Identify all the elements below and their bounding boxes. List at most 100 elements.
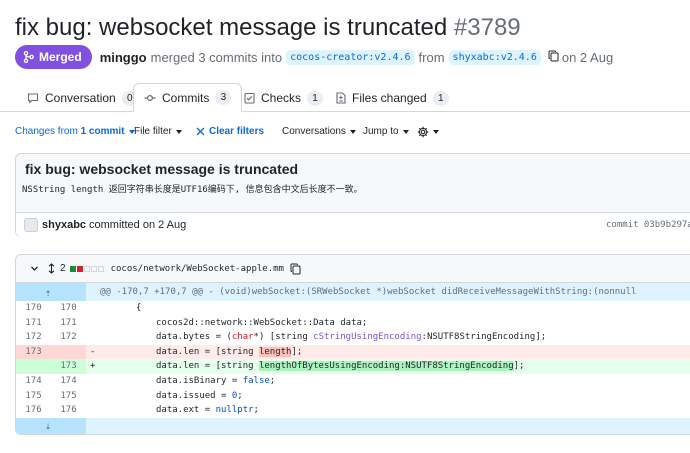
old-line-number[interactable]: 173: [16, 344, 51, 360]
file-path[interactable]: cocos/network/WebSocket-apple.mm: [111, 264, 284, 274]
file-diff: 2 cocos/network/WebSocket-apple.mm ⇡ @@ …: [15, 254, 690, 435]
copy-icon[interactable]: [290, 263, 301, 275]
code-token-literal: 0: [231, 390, 238, 401]
new-line-number[interactable]: 175: [51, 389, 86, 404]
diff-row: 174 174 data.isBinary = false;: [16, 374, 690, 389]
new-line-number[interactable]: 176: [51, 403, 86, 418]
code-line: data.issued = 0;: [156, 390, 243, 401]
diffstat-addition: [69, 265, 76, 272]
tab-files-changed-count: 1: [432, 90, 449, 106]
code-token-literal: false: [242, 375, 270, 386]
pr-state-row: Merged minggo merged 3 commits into coco…: [15, 45, 613, 69]
new-line-number[interactable]: 172: [51, 330, 86, 345]
diff-row: 170 170 {: [16, 301, 690, 316]
code-line: {: [100, 301, 141, 316]
chevron-down-icon: [433, 130, 439, 134]
copy-icon[interactable]: [548, 50, 559, 65]
addition-sign: +: [90, 361, 96, 372]
settings-dropdown[interactable]: [417, 126, 439, 138]
expand-down-icon[interactable]: ⇣: [45, 420, 51, 434]
code-line: cocos2d::network::WebSocket::Data data;: [100, 316, 367, 331]
new-line-number[interactable]: 171: [51, 316, 86, 331]
commit-icon: [144, 94, 156, 101]
merge-date: on 2 Aug: [561, 49, 614, 65]
diffstat-neutral: [83, 265, 90, 272]
pr-title-text: fix bug: websocket message is truncated: [15, 14, 448, 41]
tab-commits[interactable]: Commits 3: [133, 83, 243, 112]
comment-icon: [27, 93, 39, 104]
code-text: cocos2d::network::WebSocket::Data data;: [156, 317, 368, 328]
from-text: from: [418, 49, 445, 65]
diff-table: ⇡ @@ -170,7 +170,7 @@ - (void)webSocket:…: [16, 283, 690, 434]
code-line: data.isBinary = false;: [156, 375, 276, 386]
tab-checks[interactable]: Checks 1: [244, 84, 324, 112]
old-line-number[interactable]: 172: [16, 330, 51, 345]
new-line-number[interactable]: 173: [51, 359, 86, 374]
old-line-number[interactable]: 171: [16, 316, 51, 331]
old-line-number[interactable]: 175: [16, 389, 51, 404]
changes-from-value: 1 commit: [80, 126, 125, 137]
merge-text: merged 3 commits into: [150, 49, 283, 65]
commit-box: fix bug: websocket message is truncated …: [15, 153, 690, 237]
file-filter-label: File filter: [134, 126, 172, 137]
diff-row-deletion: 173 - data.len = [string length];: [16, 344, 690, 360]
diff-row-addition: 173 + data.len = [string lengthOfBytesUs…: [16, 359, 690, 374]
old-line-number[interactable]: 170: [16, 301, 51, 316]
old-line-number[interactable]: [16, 359, 51, 374]
pr-number: #3789: [453, 14, 521, 41]
chevron-down-icon: [402, 129, 409, 134]
head-branch[interactable]: shyxabc:v2.4.6: [448, 49, 541, 65]
tab-commits-count: 3: [215, 90, 232, 105]
expand-down-gutter[interactable]: ⇣: [16, 417, 86, 434]
hunk-header-text: @@ -170,7 +170,7 @@ - (void)webSocket:(S…: [100, 287, 637, 297]
clear-filters-button[interactable]: Clear filters: [196, 126, 264, 137]
avatar[interactable]: [24, 218, 38, 232]
file-diff-icon: [336, 92, 346, 104]
new-line-number[interactable]: 170: [51, 301, 86, 316]
old-line-number[interactable]: 176: [16, 403, 51, 418]
commit-author[interactable]: shyxabc: [42, 219, 86, 231]
close-icon: [196, 127, 205, 136]
tab-checks-label: Checks: [261, 91, 302, 105]
deletion-sign: -: [90, 346, 96, 357]
tab-conversation-label: Conversation: [45, 91, 116, 105]
file-filter-dropdown[interactable]: File filter: [134, 126, 182, 137]
base-branch[interactable]: cocos-creator:v2.4.6: [286, 49, 415, 65]
checklist-icon: [244, 92, 255, 104]
code-text: {: [136, 303, 142, 313]
commit-title[interactable]: fix bug: websocket message is truncated: [25, 161, 298, 177]
code-line: data.ext = nullptr;: [156, 405, 259, 416]
gear-icon: [417, 126, 429, 138]
diff-row: 172 172 data.bytes = (char*) [string cSt…: [16, 330, 690, 345]
pr-author[interactable]: minggo: [100, 50, 147, 65]
old-line-number[interactable]: 174: [16, 374, 51, 389]
changes-from-dropdown[interactable]: Changes from 1 commit: [15, 126, 135, 137]
diffstat-neutral: [90, 265, 97, 272]
expand-up-gutter[interactable]: ⇡: [16, 283, 86, 301]
changes-from-prefix: Changes from: [15, 126, 78, 137]
tab-checks-count: 1: [307, 90, 324, 106]
clear-filters-label: Clear filters: [209, 126, 265, 137]
chevron-down-icon[interactable]: [30, 264, 39, 273]
diff-toolbar: Changes from 1 commit File filter Clear …: [15, 124, 685, 142]
conversations-dropdown[interactable]: Conversations: [282, 126, 356, 137]
tab-conversation[interactable]: Conversation 0: [27, 84, 138, 112]
diff-row: 176 176 data.ext = nullptr;: [16, 403, 690, 418]
new-line-number[interactable]: [51, 344, 86, 360]
unfold-icon[interactable]: [47, 263, 56, 274]
diffstat-neutral: [97, 265, 104, 272]
code-token-method: cStringUsingEncoding: [313, 332, 422, 343]
git-merge-icon: [23, 51, 34, 63]
diffstat-count: 2: [60, 263, 66, 274]
expand-down-row: ⇣: [16, 417, 690, 434]
jump-to-label: Jump to: [363, 126, 399, 137]
diff-row: 171 171 cocos2d::network::WebSocket::Dat…: [16, 316, 690, 331]
tab-files-changed[interactable]: Files changed 1: [336, 84, 449, 112]
diff-row: 175 175 data.issued = 0;: [16, 389, 690, 404]
new-line-number[interactable]: 174: [51, 374, 86, 389]
commit-sha[interactable]: commit 03b9b297a3: [606, 220, 690, 230]
chevron-down-icon: [175, 129, 182, 134]
chevron-down-icon: [349, 129, 356, 134]
jump-to-dropdown[interactable]: Jump to: [363, 126, 409, 137]
pr-tabs: Conversation 0 Commits 3 Checks 1 Files …: [0, 83, 690, 112]
